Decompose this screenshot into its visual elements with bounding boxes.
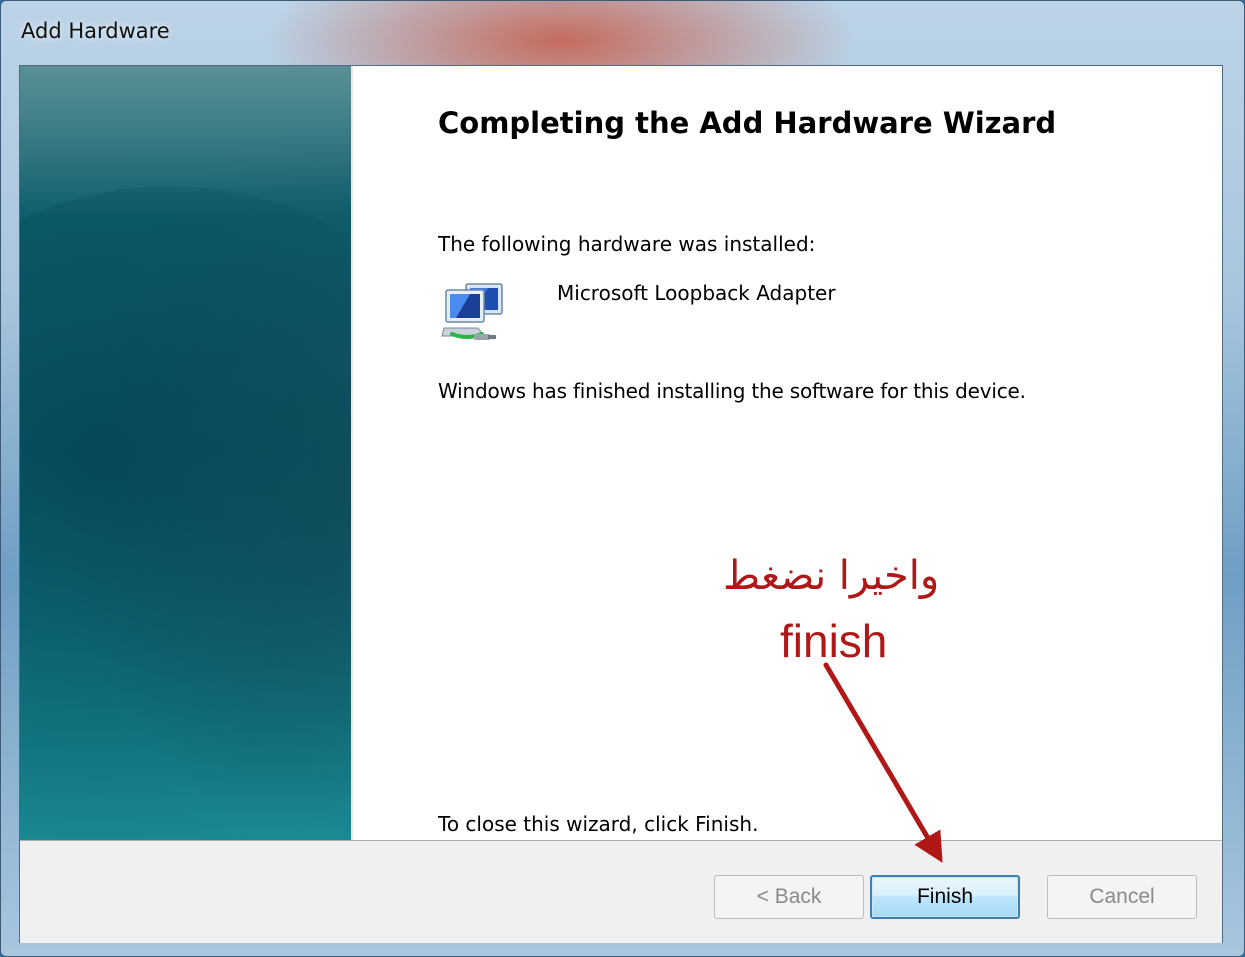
close-instruction: To close this wizard, click Finish. bbox=[438, 812, 759, 836]
annotation-finish-text: finish bbox=[780, 615, 888, 667]
network-adapter-icon bbox=[438, 276, 510, 348]
banner-curve bbox=[20, 186, 351, 840]
finished-message: Windows has finished installing the soft… bbox=[438, 379, 1026, 403]
wizard-button-bar: < Back Finish Cancel bbox=[20, 840, 1222, 943]
cancel-button[interactable]: Cancel bbox=[1047, 875, 1197, 919]
add-hardware-window: Add Hardware Completing the Add Hardware… bbox=[0, 0, 1245, 957]
device-name: Microsoft Loopback Adapter bbox=[557, 281, 836, 305]
wizard-content: Completing the Add Hardware Wizard The f… bbox=[353, 66, 1222, 840]
window-title: Add Hardware bbox=[21, 19, 170, 43]
back-button[interactable]: < Back bbox=[714, 875, 864, 919]
finish-button[interactable]: Finish bbox=[870, 875, 1020, 919]
wizard-heading: Completing the Add Hardware Wizard bbox=[438, 106, 1057, 140]
annotation-arabic-text: واخيرا نضغط bbox=[723, 553, 940, 599]
banner-sheen bbox=[20, 66, 351, 206]
wizard-side-banner bbox=[20, 66, 353, 840]
wizard-client-area: Completing the Add Hardware Wizard The f… bbox=[19, 65, 1223, 943]
installed-label: The following hardware was installed: bbox=[438, 232, 816, 256]
title-bar[interactable]: Add Hardware bbox=[1, 1, 1244, 65]
